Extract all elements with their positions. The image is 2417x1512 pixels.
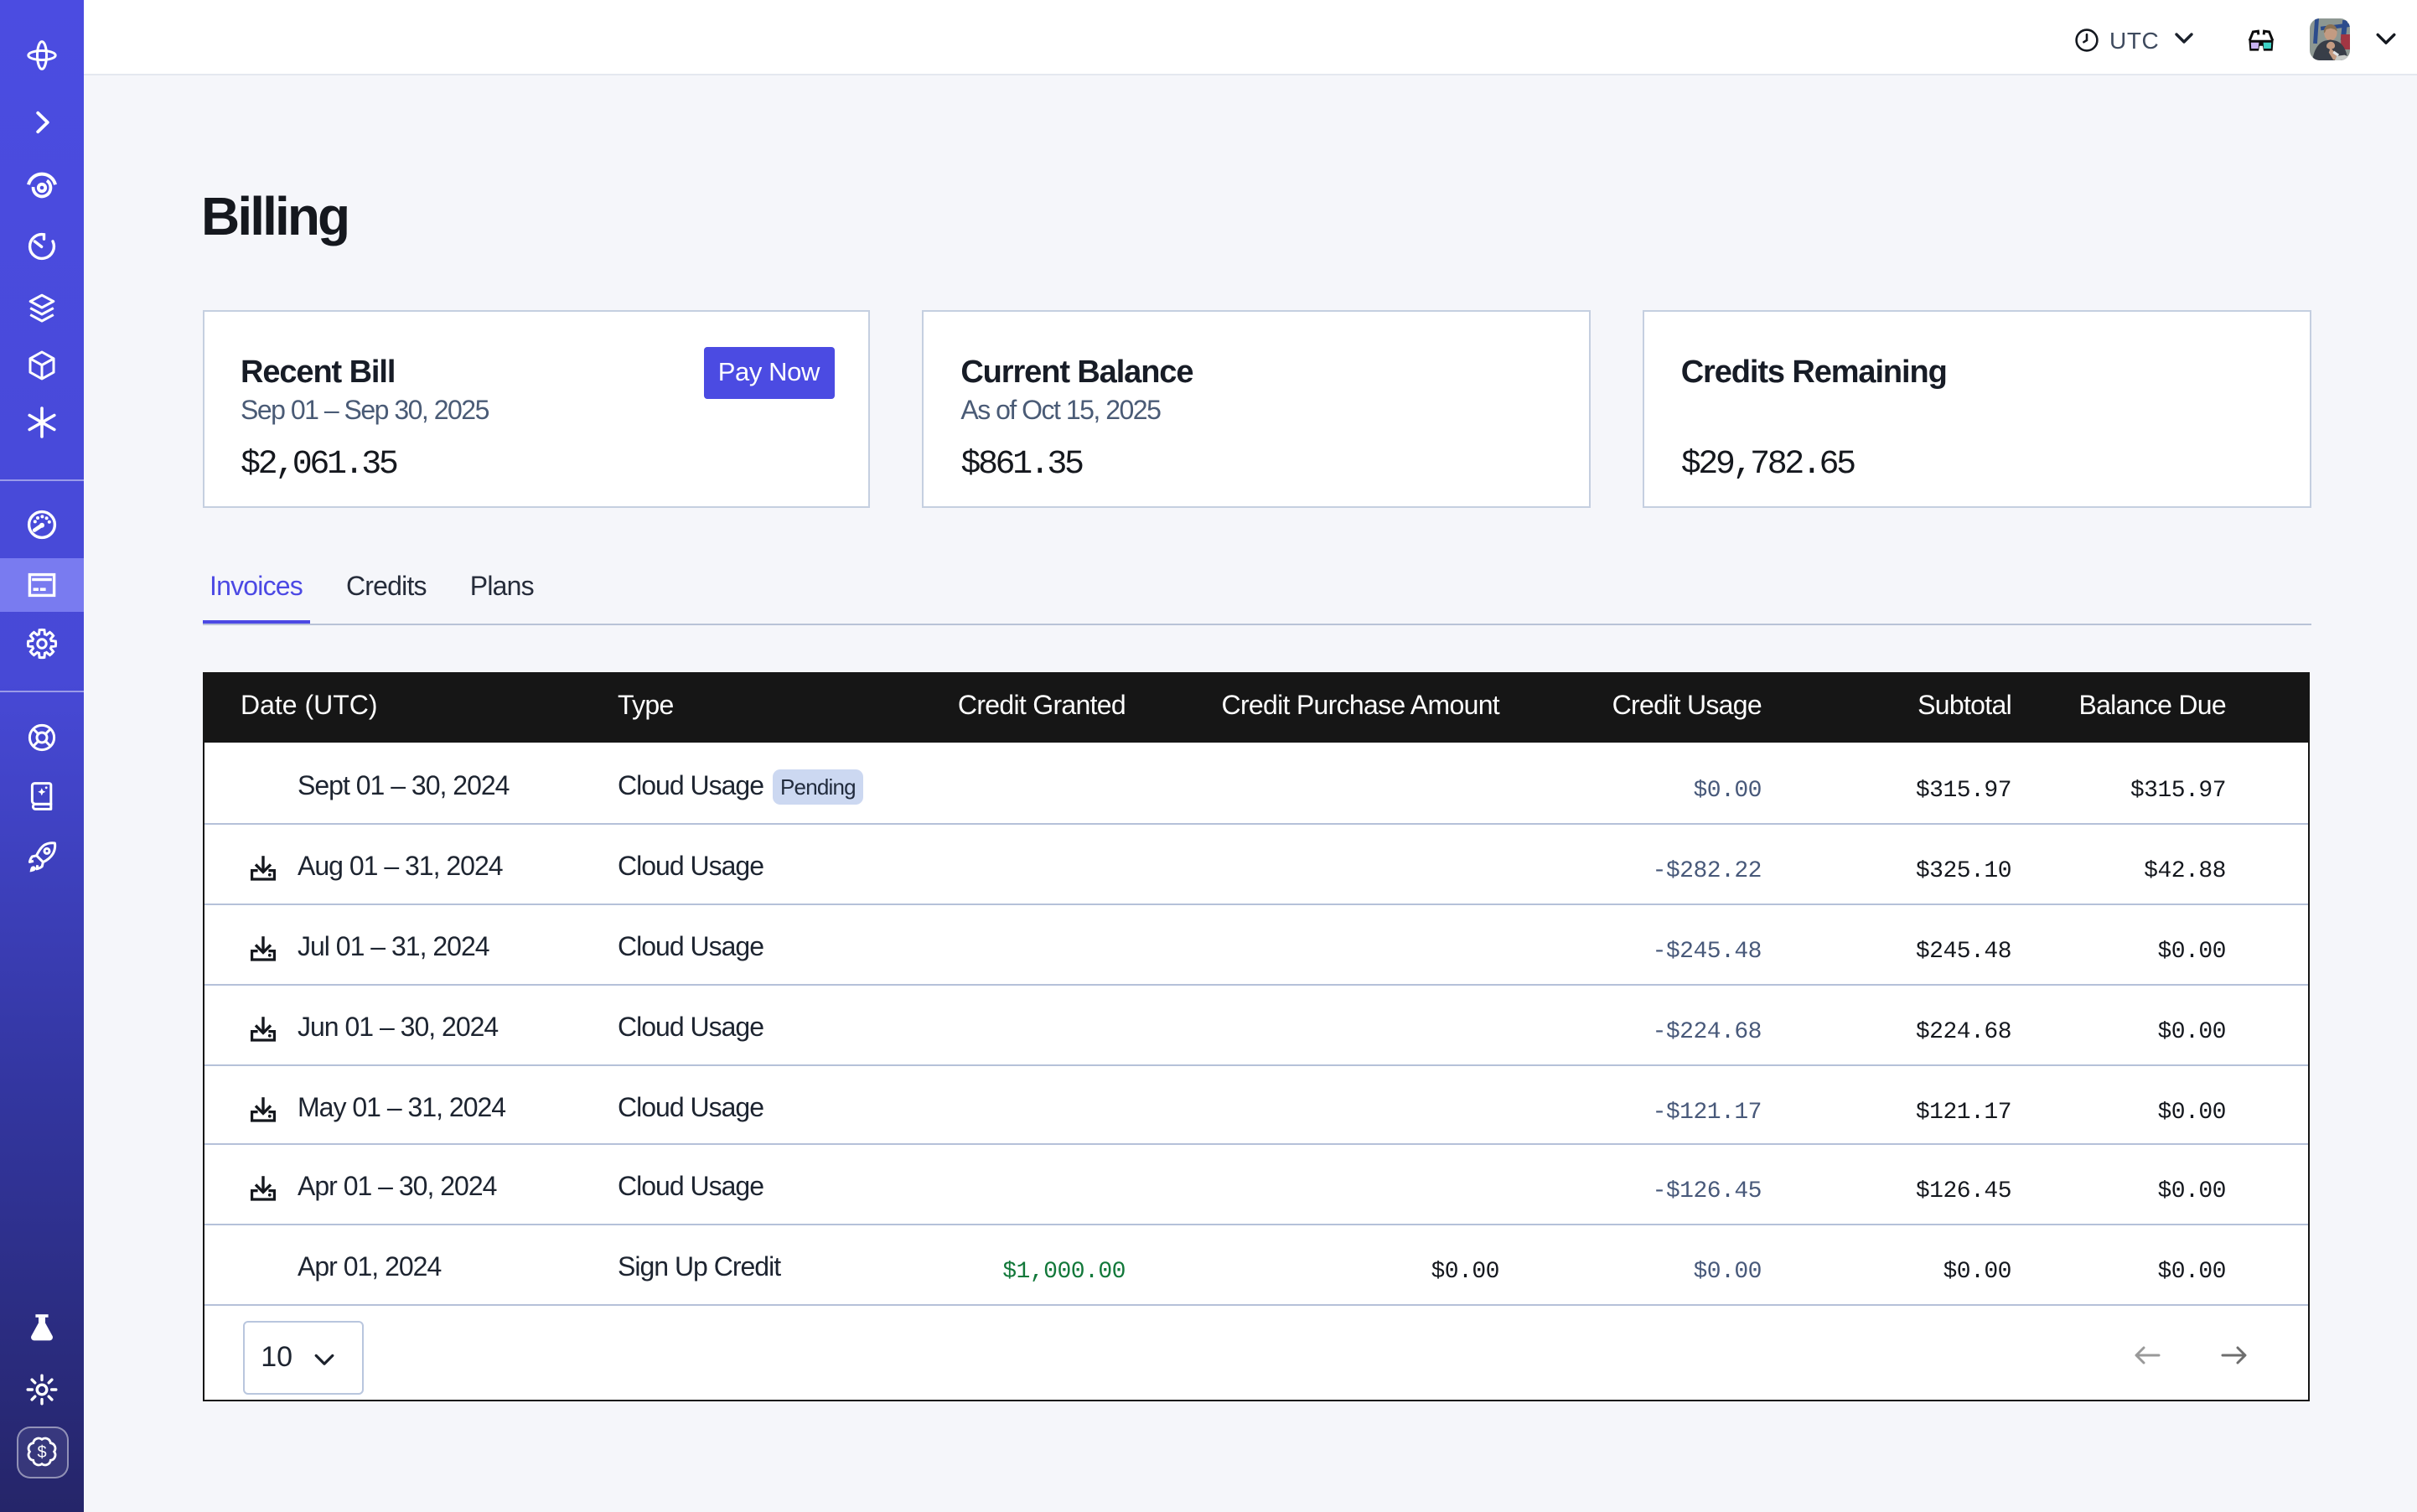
svg-text:$: $ — [36, 1443, 45, 1462]
